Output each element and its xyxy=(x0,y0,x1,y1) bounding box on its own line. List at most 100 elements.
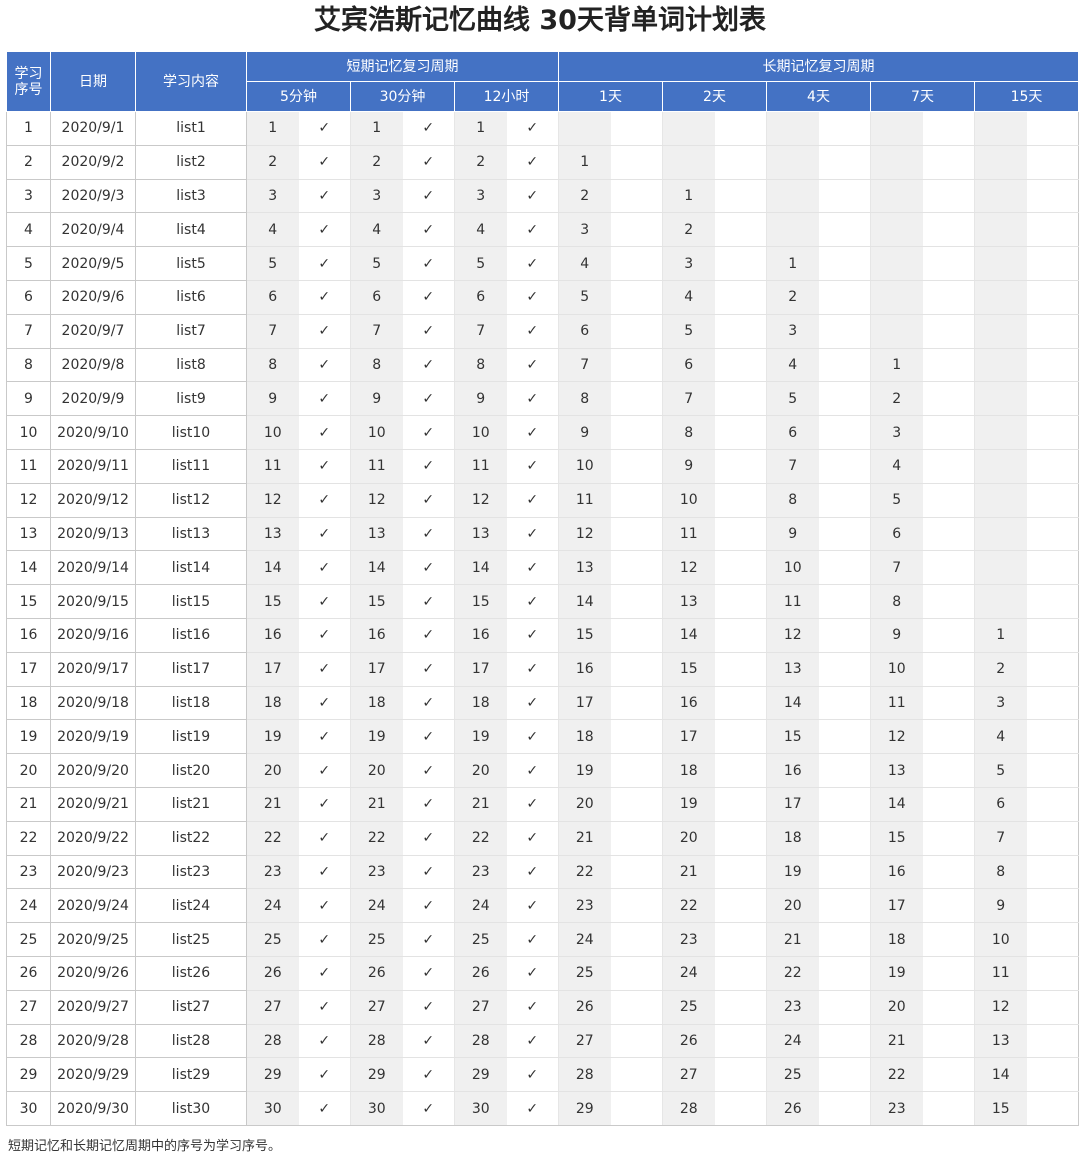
blank-cell xyxy=(1026,719,1079,755)
short-review-seq-cell: 27 xyxy=(246,990,299,1025)
short-review-seq-cell: 12 xyxy=(454,483,507,518)
group-header-short-term: 短期记忆复习周期 xyxy=(246,51,559,82)
blank-cell xyxy=(922,415,975,450)
date-cell: 2020/9/21 xyxy=(50,786,136,822)
long-review-seq-cell: 7 xyxy=(558,348,611,383)
short-review-seq-cell: 30 xyxy=(454,1091,507,1126)
blank-cell xyxy=(1026,990,1079,1025)
short-review-seq-cell: 25 xyxy=(454,922,507,957)
check-mark-cell: ✓ xyxy=(402,753,455,788)
long-review-seq-cell xyxy=(766,145,819,180)
short-review-seq-cell: 13 xyxy=(454,517,507,552)
blank-cell xyxy=(714,550,767,586)
col-header-seq: 学习 序号 xyxy=(6,51,51,112)
long-review-seq-cell: 23 xyxy=(766,990,819,1025)
long-review-seq-cell: 16 xyxy=(766,753,819,788)
date-cell: 2020/9/18 xyxy=(50,685,136,721)
check-mark-cell: ✓ xyxy=(402,517,455,552)
content-cell: list29 xyxy=(135,1057,247,1093)
blank-cell xyxy=(1026,550,1079,586)
blank-cell xyxy=(1026,1024,1079,1059)
date-cell: 2020/9/20 xyxy=(50,753,136,788)
blank-cell xyxy=(818,956,871,991)
long-review-seq-cell xyxy=(974,145,1027,180)
blank-cell xyxy=(922,179,975,214)
blank-cell xyxy=(922,956,975,991)
long-review-seq-cell xyxy=(766,179,819,214)
blank-cell xyxy=(714,1024,767,1059)
period-header-4day: 4天 xyxy=(766,81,871,112)
blank-cell xyxy=(714,111,767,146)
check-mark-cell: ✓ xyxy=(298,483,351,518)
check-mark-cell: ✓ xyxy=(298,686,351,721)
long-review-seq-cell: 9 xyxy=(662,449,715,484)
seq-cell: 5 xyxy=(6,246,51,281)
check-mark-cell: ✓ xyxy=(506,314,559,349)
long-review-seq-cell: 17 xyxy=(870,888,923,924)
long-review-seq-cell: 10 xyxy=(974,922,1027,957)
blank-cell xyxy=(1026,686,1079,721)
short-review-seq-cell: 29 xyxy=(246,1057,299,1093)
long-review-seq-cell: 18 xyxy=(870,922,923,957)
short-review-seq-cell: 15 xyxy=(454,584,507,619)
check-mark-cell: ✓ xyxy=(506,449,559,484)
long-review-seq-cell: 19 xyxy=(870,956,923,991)
long-review-seq-cell: 26 xyxy=(662,1024,715,1059)
table-row: 11 2020/9/11 list11 11 ✓ 11 ✓ 11 ✓ 10 9 7 4 xyxy=(6,448,1079,484)
check-mark-cell: ✓ xyxy=(506,212,559,248)
long-review-seq-cell: 6 xyxy=(870,517,923,552)
check-mark-cell: ✓ xyxy=(402,212,455,248)
blank-cell xyxy=(818,381,871,417)
long-review-seq-cell xyxy=(870,179,923,214)
check-mark-cell: ✓ xyxy=(402,483,455,518)
short-review-seq-cell: 23 xyxy=(350,855,403,890)
long-review-seq-cell: 23 xyxy=(662,922,715,957)
date-cell: 2020/9/17 xyxy=(50,651,136,687)
check-mark-cell: ✓ xyxy=(298,111,351,146)
content-cell: list22 xyxy=(135,820,247,856)
blank-cell xyxy=(714,179,767,214)
blank-cell xyxy=(922,1057,975,1093)
short-review-seq-cell: 21 xyxy=(454,787,507,822)
period-header-2day: 2天 xyxy=(662,81,767,112)
blank-cell xyxy=(922,314,975,349)
check-mark-cell: ✓ xyxy=(298,821,351,856)
long-review-seq-cell: 17 xyxy=(766,787,819,822)
check-mark-cell: ✓ xyxy=(506,145,559,180)
blank-cell xyxy=(922,550,975,586)
check-mark-cell: ✓ xyxy=(402,280,455,315)
long-review-seq-cell xyxy=(558,111,611,146)
period-header-12h: 12小时 xyxy=(454,81,559,112)
long-review-seq-cell: 4 xyxy=(662,280,715,315)
blank-cell xyxy=(714,246,767,281)
long-review-seq-cell: 17 xyxy=(558,686,611,721)
blank-cell xyxy=(922,517,975,552)
date-cell: 2020/9/9 xyxy=(50,381,136,417)
long-review-seq-cell: 5 xyxy=(870,483,923,518)
long-review-seq-cell: 18 xyxy=(766,821,819,856)
check-mark-cell: ✓ xyxy=(506,246,559,281)
blank-cell xyxy=(1026,821,1079,856)
date-cell: 2020/9/27 xyxy=(50,989,136,1025)
date-cell: 2020/9/24 xyxy=(50,888,136,924)
date-cell: 2020/9/23 xyxy=(50,854,136,890)
content-cell: list8 xyxy=(135,347,247,383)
short-review-seq-cell: 23 xyxy=(246,855,299,890)
blank-cell xyxy=(714,855,767,890)
short-review-seq-cell: 17 xyxy=(454,652,507,687)
date-cell: 2020/9/7 xyxy=(50,313,136,349)
long-review-seq-cell: 25 xyxy=(662,990,715,1025)
long-review-seq-cell: 22 xyxy=(870,1057,923,1093)
blank-cell xyxy=(818,618,871,653)
blank-cell xyxy=(610,449,663,484)
blank-cell xyxy=(818,179,871,214)
blank-cell xyxy=(714,686,767,721)
check-mark-cell: ✓ xyxy=(506,483,559,518)
long-review-seq-cell: 1 xyxy=(558,145,611,180)
blank-cell xyxy=(1026,517,1079,552)
short-review-seq-cell: 3 xyxy=(350,179,403,214)
blank-cell xyxy=(818,1024,871,1059)
content-cell: list7 xyxy=(135,313,247,349)
check-mark-cell: ✓ xyxy=(506,1091,559,1126)
blank-cell xyxy=(922,652,975,687)
